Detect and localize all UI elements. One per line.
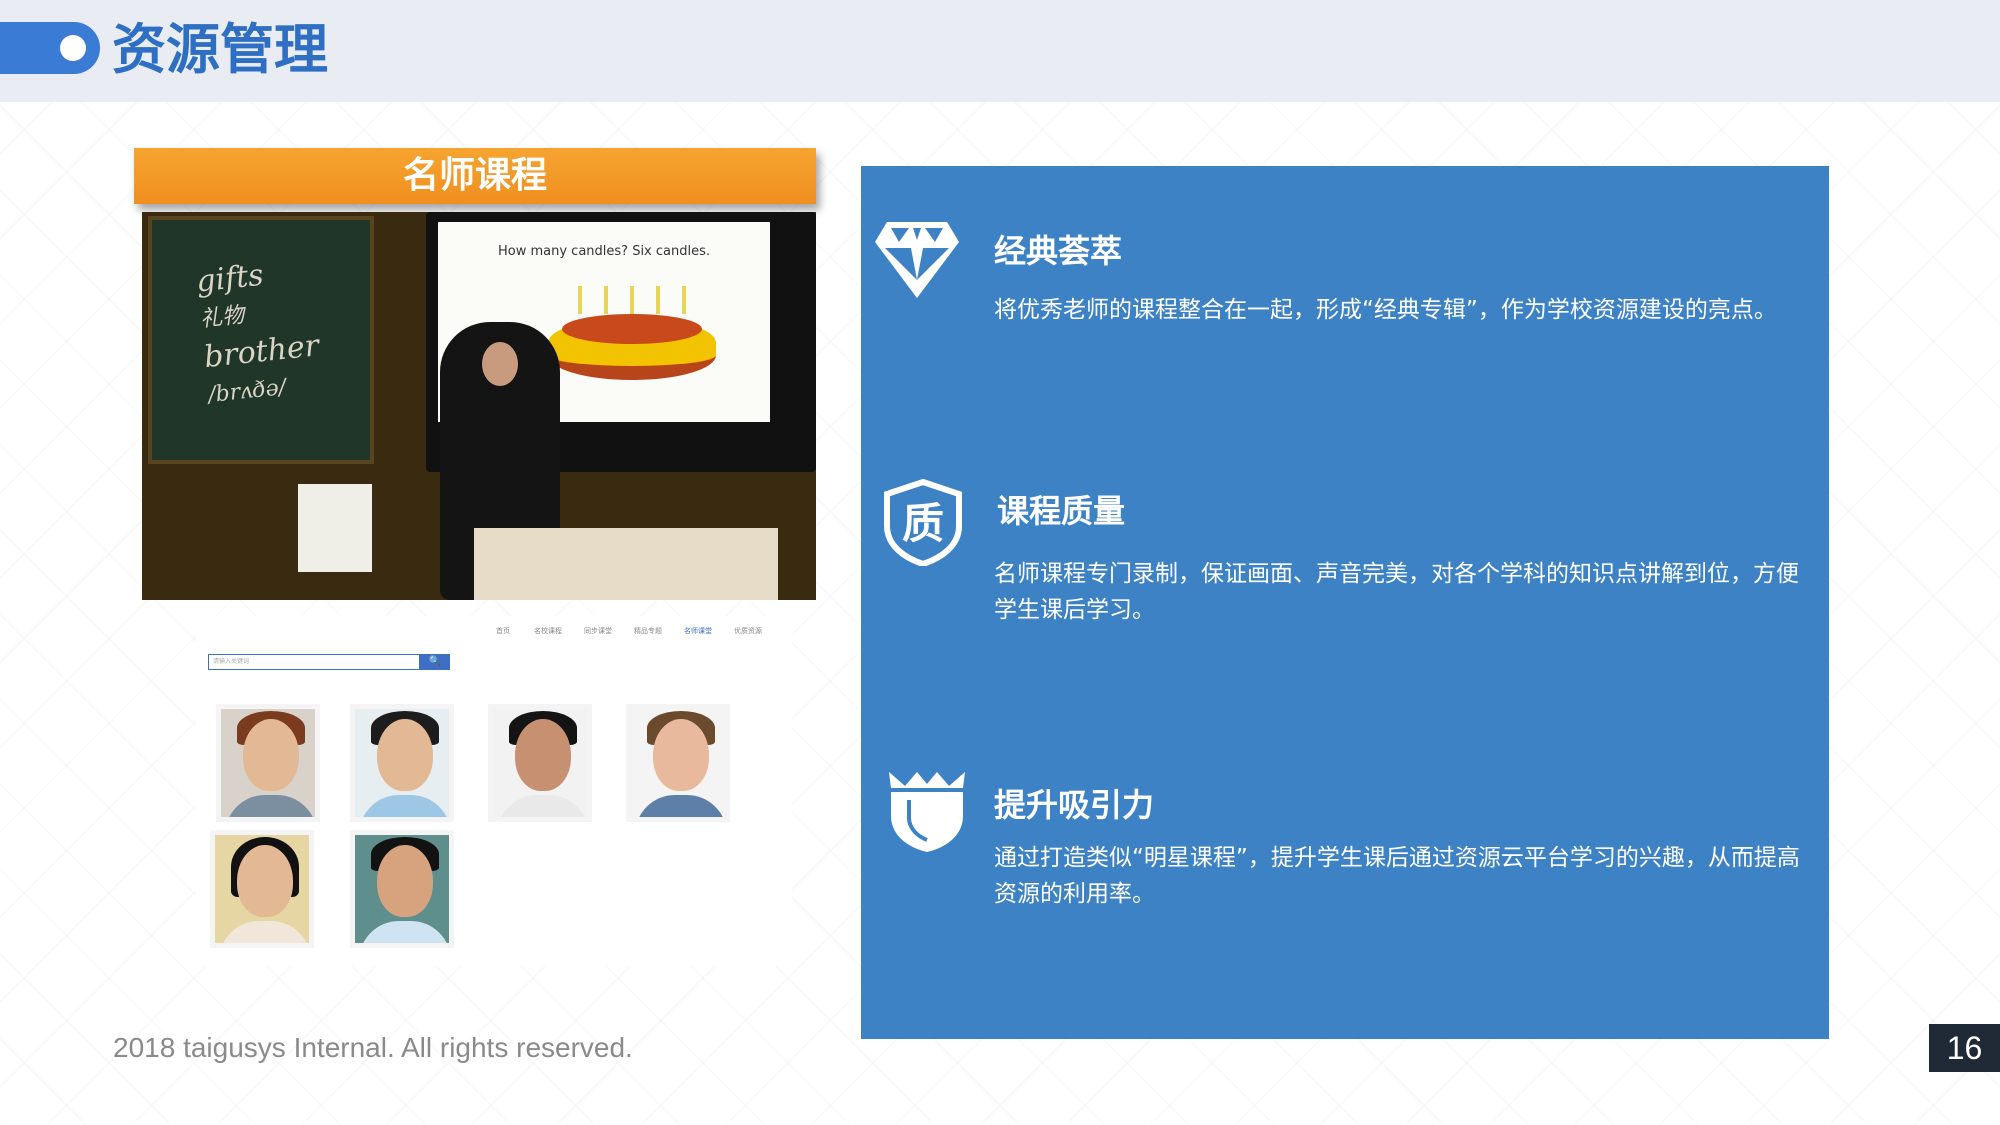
features-panel: 经典荟萃 将优秀老师的课程整合在一起，形成“经典专辑”，作为学校资源建设的亮点。…	[861, 166, 1829, 1039]
quality-badge-icon: 质	[879, 478, 967, 568]
portal-nav-item[interactable]: 同步课堂	[584, 626, 616, 640]
portal-search-button[interactable]: 🔍	[420, 654, 450, 670]
portal-nav-item-active[interactable]: 名师课堂	[684, 626, 716, 640]
header-bar: 资源管理	[0, 0, 2000, 102]
feature-title: 提升吸引力	[994, 786, 1155, 824]
avatar-face	[377, 719, 433, 791]
candle	[604, 286, 608, 314]
candle	[578, 286, 582, 314]
feature-title: 经典荟萃	[994, 232, 1123, 270]
avatar-face	[653, 719, 709, 791]
candle	[630, 286, 634, 314]
candle	[682, 286, 686, 314]
chalkboard-text: gifts 礼物 brother /brʌðə/	[194, 249, 349, 415]
teacher-avatar[interactable]	[216, 704, 320, 822]
copyright-footer: 2018 taigusys Internal. All rights reser…	[113, 1032, 633, 1063]
teacher-avatar[interactable]	[210, 830, 314, 948]
posted-paper	[298, 484, 372, 572]
shield-crown-icon	[883, 766, 971, 854]
avatar-face	[243, 719, 299, 791]
portal-nav-item[interactable]: 精品专题	[634, 626, 666, 640]
portal-nav: 首页 名校课程 同步课堂 精品专题 名师课堂 优质资源	[496, 626, 796, 640]
header-accent-dot	[60, 35, 86, 61]
avatar-face	[377, 845, 433, 917]
screen-question: How many candles? Six candles.	[497, 244, 711, 259]
teacher-avatar[interactable]	[350, 830, 454, 948]
feature-description: 名师课程专门录制，保证画面、声音完美，对各个学科的知识点讲解到位，方便学生课后学…	[994, 561, 1799, 623]
cake-top	[562, 314, 702, 344]
portal-search-input[interactable]: 请输入关键词	[208, 654, 420, 670]
chalkboard: gifts 礼物 brother /brʌðə/	[148, 216, 374, 464]
lectern-desk	[474, 528, 778, 600]
teacher-face	[482, 342, 518, 386]
candle	[656, 286, 660, 314]
teacher-portal-screenshot: 首页 名校课程 同步课堂 精品专题 名师课堂 优质资源 请输入关键词 🔍	[196, 616, 792, 966]
portal-nav-item[interactable]: 优质资源	[734, 626, 766, 640]
portal-nav-item[interactable]: 首页	[496, 626, 528, 640]
svg-text:质: 质	[902, 499, 944, 548]
section-banner: 名师课程	[134, 148, 816, 204]
teacher-avatar[interactable]	[488, 704, 592, 822]
diamond-icon	[873, 214, 961, 302]
page-number: 16	[1929, 1024, 2000, 1072]
classroom-photo: gifts 礼物 brother /brʌðə/ How many candle…	[142, 212, 816, 600]
teacher-avatar[interactable]	[350, 704, 454, 822]
avatar-face	[237, 845, 293, 917]
teacher-avatar[interactable]	[626, 704, 730, 822]
feature-description: 将优秀老师的课程整合在一起，形成“经典专辑”，作为学校资源建设的亮点。	[994, 297, 1777, 323]
feature-title: 课程质量	[997, 492, 1126, 530]
avatar-face	[515, 719, 571, 791]
feature-description: 通过打造类似“明星课程”，提升学生课后通过资源云平台学习的兴趣，从而提高资源的利…	[994, 845, 1800, 907]
portal-nav-item[interactable]: 名校课程	[534, 626, 566, 640]
page-title: 资源管理	[112, 18, 328, 81]
